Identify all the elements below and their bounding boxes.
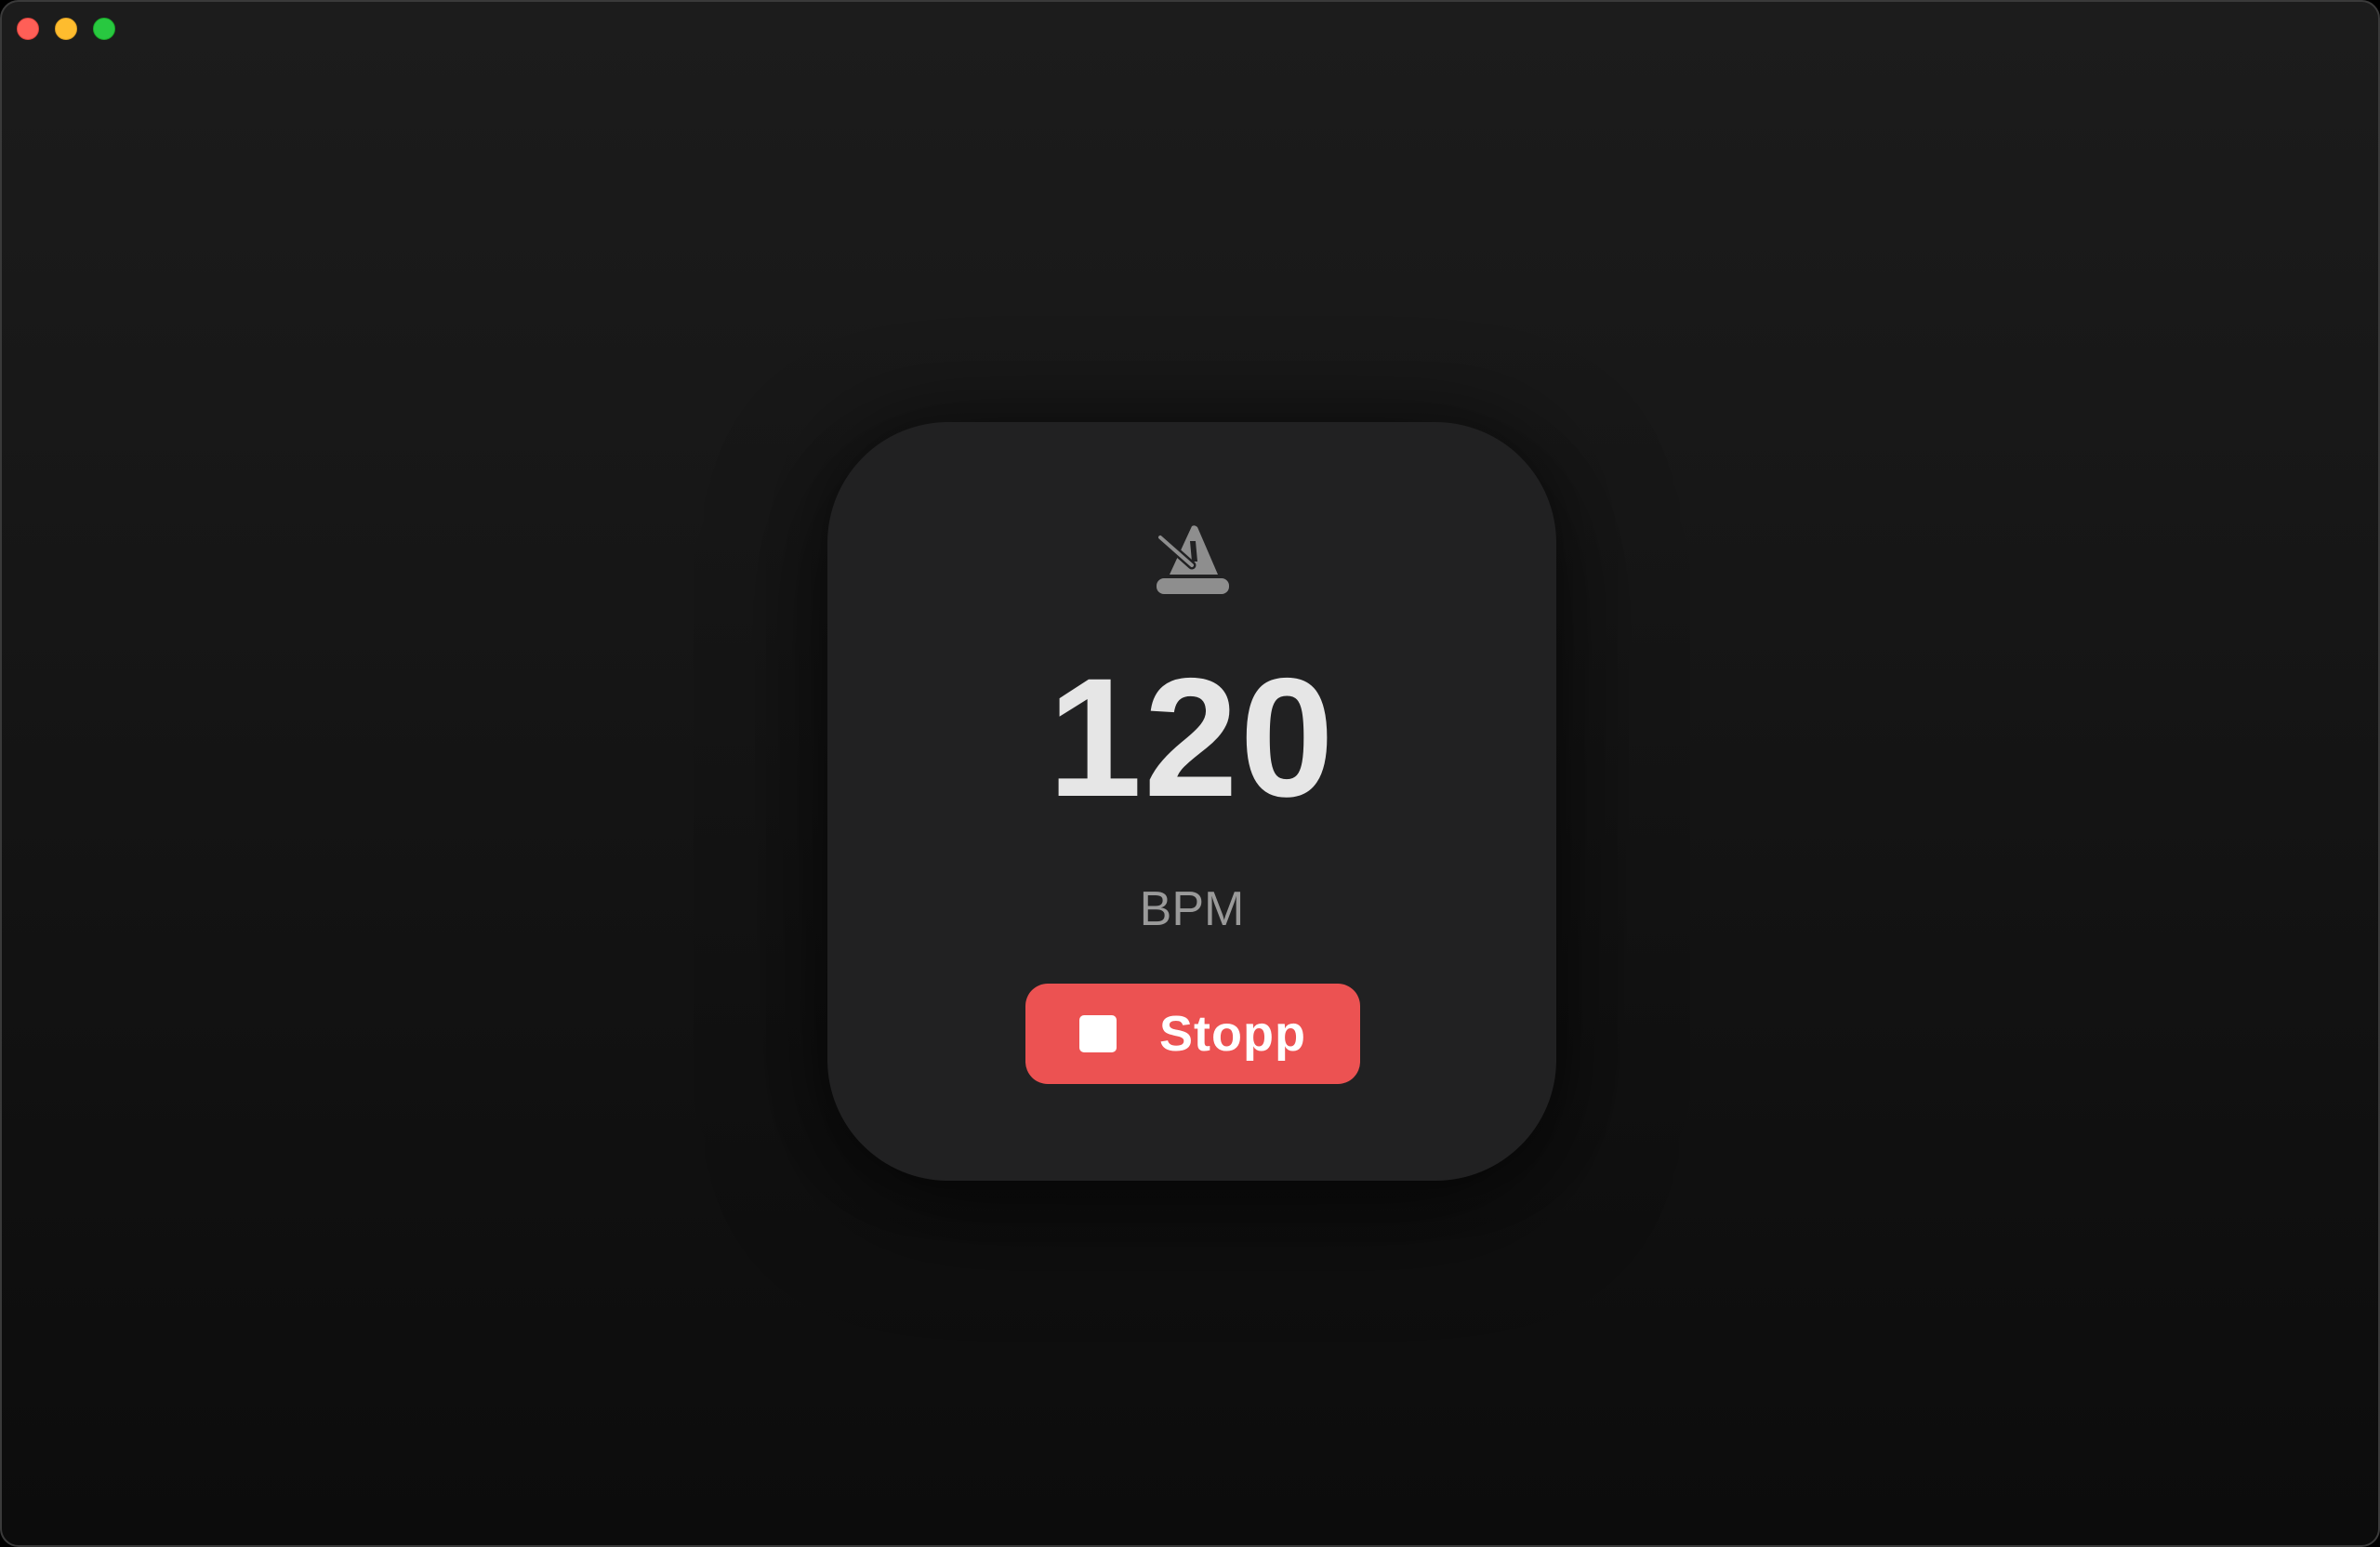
window-controls xyxy=(17,18,115,40)
zoom-window-button[interactable] xyxy=(93,18,115,40)
metronome-card: 120 BPM Stopp xyxy=(827,422,1556,1181)
stop-icon xyxy=(1079,1015,1117,1052)
metronome-icon xyxy=(1156,525,1229,594)
bpm-unit-label: BPM xyxy=(1139,882,1245,936)
stop-button[interactable]: Stopp xyxy=(1025,984,1360,1084)
close-window-button[interactable] xyxy=(17,18,39,40)
stop-button-label: Stopp xyxy=(1159,1006,1306,1062)
bpm-value: 120 xyxy=(1048,642,1336,832)
app-window: 120 BPM Stopp xyxy=(0,0,2380,1547)
minimize-window-button[interactable] xyxy=(55,18,77,40)
